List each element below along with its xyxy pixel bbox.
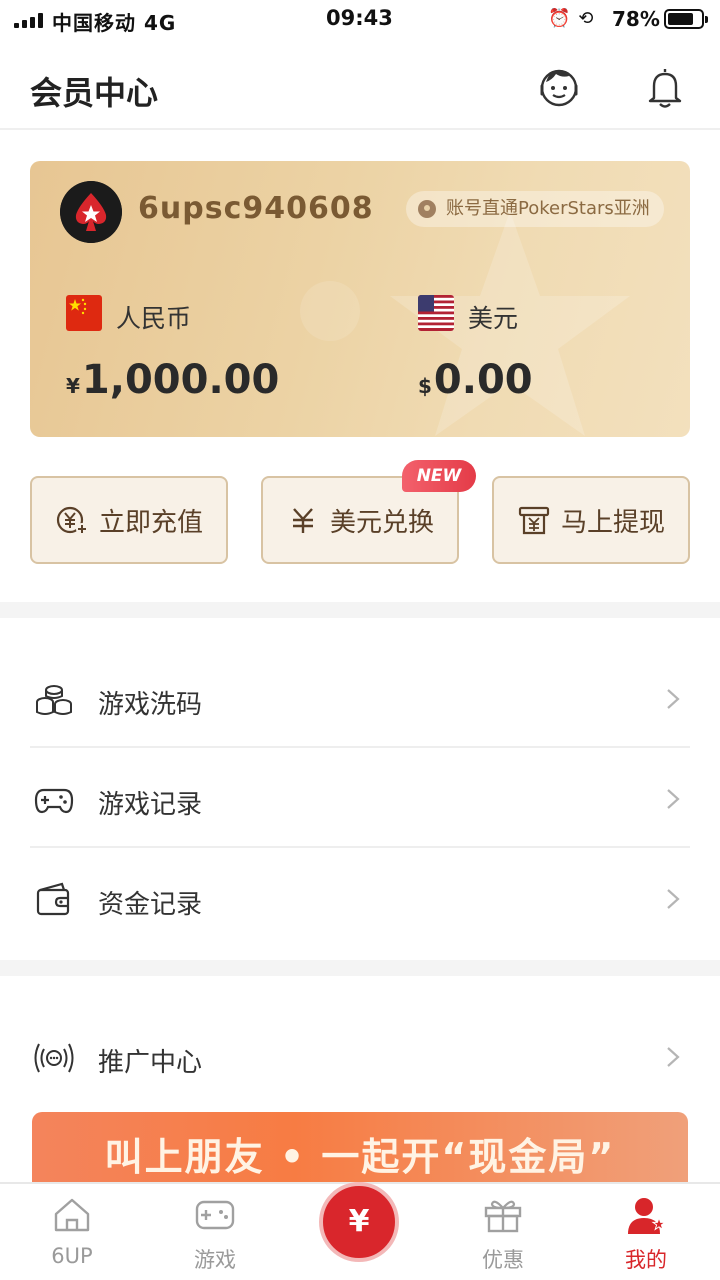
wallet-actions: 立即充值 美元兑换 NEW 马上提现 [30, 460, 690, 564]
location-pin-icon [418, 200, 436, 218]
menu-label-rebate: 游戏洗码 [98, 690, 203, 720]
invite-friends-banner[interactable]: 叫上朋友 • 一起开“现金局” [32, 1112, 688, 1184]
withdraw-button[interactable]: 马上提现 [492, 476, 690, 564]
section-divider [0, 960, 720, 976]
tab-label-profile: 我的 [625, 1248, 667, 1272]
username: 6upsc940608 [138, 191, 374, 226]
chevron-right-icon [667, 689, 680, 709]
chevron-right-icon [667, 1047, 680, 1067]
wallet-icon [36, 882, 70, 916]
yuan-plus-icon [56, 506, 88, 535]
usd-label: 美元 [468, 304, 519, 333]
usd-balance: $0.00 [418, 357, 533, 403]
carrier-label: 中国移动 4G [52, 11, 177, 35]
tab-label-promotions: 优惠 [482, 1248, 524, 1272]
coins-icon [36, 685, 72, 715]
bottom-tab-bar: 6UP 游戏 ¥ 优惠 我的 [0, 1182, 720, 1280]
section-divider [0, 602, 720, 618]
page-title: 会员中心 [30, 74, 159, 112]
usd-amount: 0.00 [433, 357, 533, 403]
home-icon [54, 1198, 90, 1232]
usd-symbol: $ [418, 374, 432, 398]
pokerstars-logo [60, 181, 122, 243]
tab-label-games: 游戏 [194, 1248, 236, 1272]
rotation-lock-icon: ⟲ [578, 8, 594, 29]
clock: 09:43 [326, 6, 393, 30]
badge-label: 账号直通PokerStars亚洲 [446, 198, 650, 219]
bell-icon[interactable] [642, 64, 688, 110]
tab-promotions[interactable]: 优惠 [443, 1184, 563, 1280]
alarm-icon: ⏰ [548, 8, 571, 29]
cny-balance: ¥1,000.00 [66, 357, 279, 403]
chevron-right-icon [667, 789, 680, 809]
broadcast-icon [34, 1043, 74, 1073]
menu-item-promotion-center[interactable]: 推广中心 [30, 1006, 690, 1106]
usd-exchange-label: 美元兑换 [329, 507, 434, 538]
deposit-label: 立即充值 [98, 507, 203, 538]
cny-symbol: ¥ [66, 374, 80, 398]
tab-home[interactable]: 6UP [12, 1184, 132, 1280]
banner-text: 叫上朋友 • 一起开“现金局” [104, 1135, 616, 1179]
battery-percent: 78% [612, 7, 660, 31]
user-icon [628, 1198, 667, 1234]
app-header: 会员中心 [0, 40, 720, 130]
menu-item-fund-records[interactable]: 资金记录 [30, 848, 690, 948]
pokerstars-link-badge[interactable]: 账号直通PokerStars亚洲 [406, 191, 664, 227]
new-badge: NEW [402, 460, 476, 492]
menu-label-fund-records: 资金记录 [98, 890, 203, 920]
cny-label: 人民币 [116, 304, 192, 333]
gamepad-icon [34, 788, 74, 814]
cny-amount: 1,000.00 [81, 357, 280, 403]
menu-item-rebate[interactable]: 游戏洗码 [30, 648, 690, 748]
tab-label-home: 6UP [51, 1244, 93, 1268]
center-wallet-button[interactable]: ¥ [319, 1182, 399, 1262]
menu-label-promotion-center: 推广中心 [98, 1048, 203, 1078]
menu-label-game-records: 游戏记录 [98, 790, 203, 820]
account-card: 6upsc940608 账号直通PokerStars亚洲 人民币 ¥1,000.… [30, 161, 690, 437]
cn-flag-icon [66, 295, 102, 331]
withdraw-label: 马上提现 [560, 507, 665, 538]
withdraw-icon [518, 506, 550, 535]
menu-item-game-records[interactable]: 游戏记录 [30, 748, 690, 848]
customer-service-icon[interactable] [536, 64, 582, 110]
battery-icon [664, 9, 708, 29]
gift-icon [484, 1200, 522, 1233]
us-flag-icon [418, 295, 454, 331]
yuan-icon [292, 508, 313, 533]
status-bar: 中国移动 4G 09:43 ⏰ ⟲ 78% [0, 0, 720, 40]
yuan-icon: ¥ [348, 1204, 370, 1239]
tab-profile[interactable]: 我的 [586, 1184, 706, 1280]
tab-games[interactable]: 游戏 [155, 1184, 275, 1280]
deposit-button[interactable]: 立即充值 [30, 476, 228, 564]
chevron-right-icon [667, 889, 680, 909]
signal-icon [14, 12, 43, 28]
gamepad-icon [195, 1200, 235, 1230]
